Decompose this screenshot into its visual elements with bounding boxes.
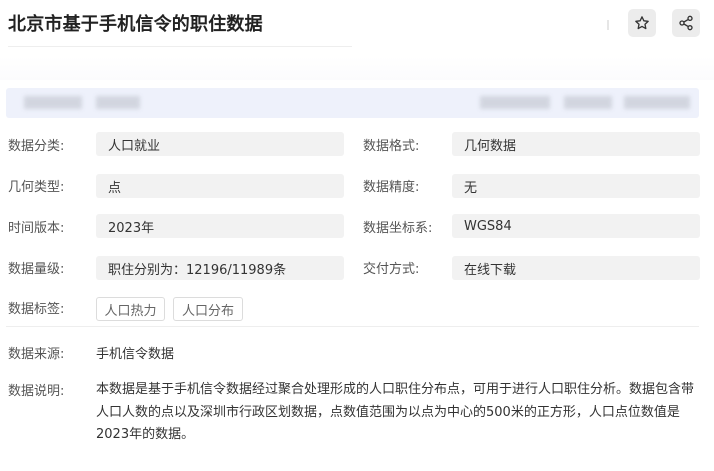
volume-label: 数据量级: <box>8 262 65 277</box>
format-value: 几何数据 <box>452 132 700 156</box>
description-label: 数据说明: <box>8 384 65 399</box>
favorite-button[interactable] <box>628 9 656 37</box>
category-label: 数据分类: <box>8 139 65 154</box>
source-label: 数据来源: <box>8 347 65 362</box>
delivery-value: 在线下载 <box>452 256 700 280</box>
tag-population-heat[interactable]: 人口热力 <box>96 297 165 321</box>
share-icon <box>679 15 693 31</box>
page-title: 北京市基于手机信令的职住数据 <box>8 14 263 35</box>
header-fade <box>0 56 714 80</box>
redacted-block <box>564 96 612 109</box>
tags-label: 数据标签: <box>8 302 65 317</box>
precision-value: 无 <box>452 174 700 198</box>
category-value: 人口就业 <box>96 132 344 156</box>
tag-population-distribution[interactable]: 人口分布 <box>173 297 243 321</box>
share-button[interactable] <box>672 9 700 37</box>
redacted-block <box>480 96 550 109</box>
divider-mark <box>607 20 609 30</box>
volume-value: 职住分别为：12196/11989条 <box>96 256 344 280</box>
description-value: 本数据是基于手机信令数据经过聚合处理形成的人口职住分布点，可用于进行人口职住分析… <box>96 382 695 442</box>
redacted-block <box>624 96 690 109</box>
geometry-label: 几何类型: <box>8 180 65 195</box>
masked-info-bar <box>6 88 699 118</box>
version-label: 时间版本: <box>8 221 65 236</box>
redacted-block <box>24 96 82 109</box>
crs-label: 数据坐标系: <box>363 221 433 236</box>
title-divider <box>8 46 352 47</box>
geometry-value: 点 <box>96 174 344 198</box>
format-label: 数据格式: <box>363 139 420 154</box>
precision-label: 数据精度: <box>363 180 420 195</box>
crs-value: WGS84 <box>452 214 700 238</box>
delivery-label: 交付方式: <box>363 262 420 277</box>
redacted-block <box>96 96 140 109</box>
source-value: 手机信令数据 <box>96 347 175 362</box>
version-value: 2023年 <box>96 214 344 238</box>
star-icon <box>635 16 649 30</box>
section-divider <box>6 326 699 327</box>
